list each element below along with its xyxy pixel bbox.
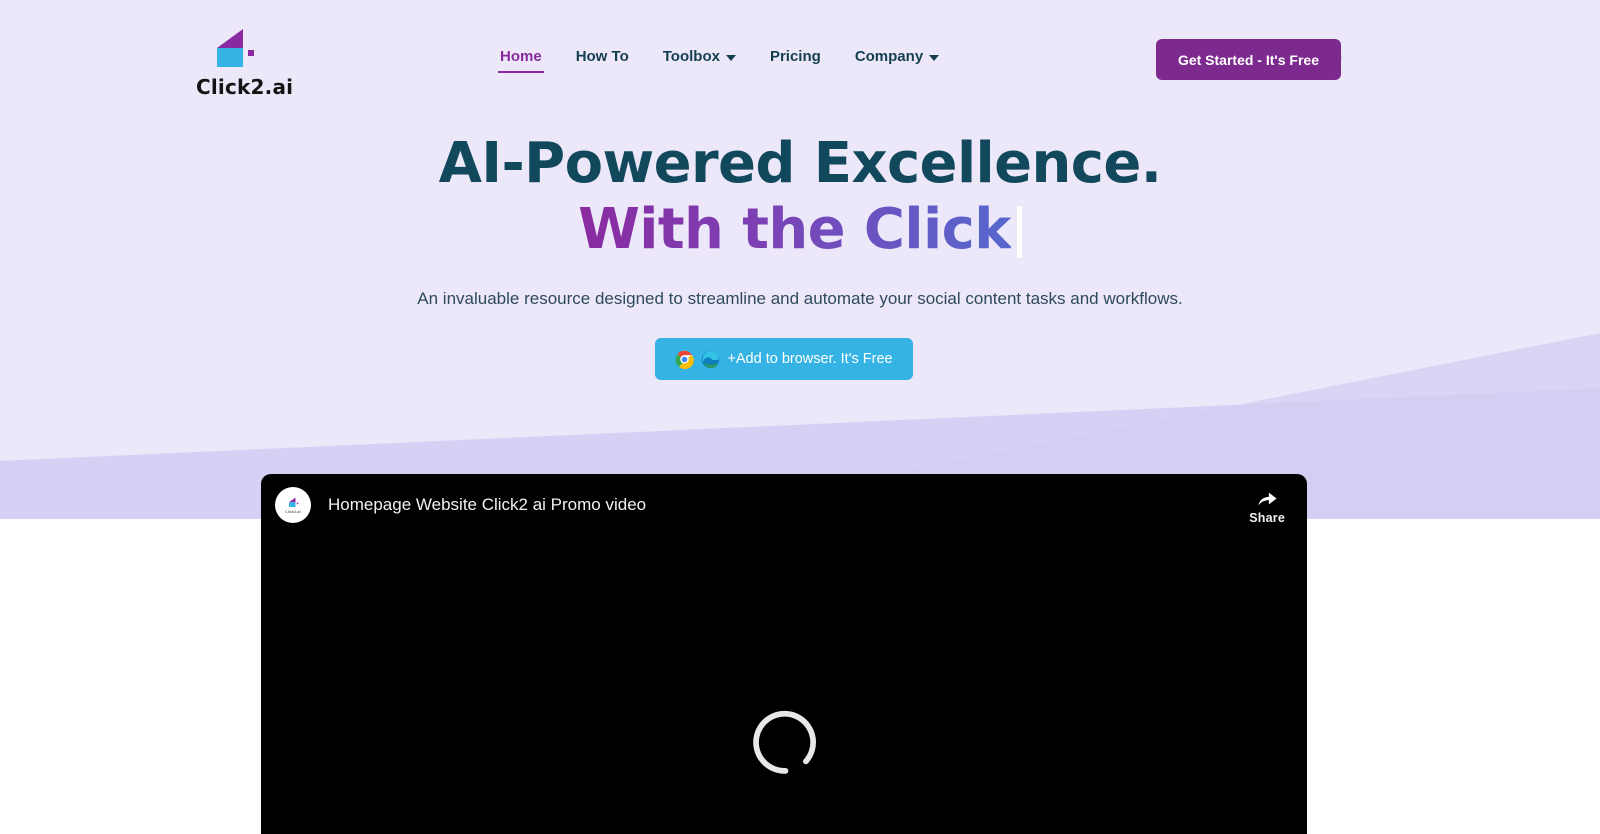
edge-icon (702, 350, 720, 368)
add-to-browser-button[interactable]: +Add to browser. It's Free (655, 338, 913, 380)
page-title: AI-Powered Excellence. (438, 131, 1162, 196)
video-title[interactable]: Homepage Website Click2 ai Promo video (328, 495, 1249, 515)
nav-item-label: Company (854, 48, 924, 65)
click2-logo-icon (288, 497, 298, 507)
avatar-label: Click2.ai (285, 510, 301, 514)
chevron-down-icon (725, 54, 736, 61)
click2-avatar-icon[interactable]: Click2.ai (275, 487, 311, 523)
chevron-down-icon (929, 54, 940, 61)
site-header: Click2.ai Home How To Toolbox Pricing Co… (0, 0, 1600, 118)
nav-item-home[interactable]: Home (498, 46, 544, 73)
logo[interactable]: Click2.ai (196, 24, 294, 99)
share-label: Share (1249, 511, 1285, 525)
headline-typed-text: With the Click (578, 197, 1011, 263)
video-top-bar: Click2.ai Homepage Website Click2 ai Pro… (261, 474, 1307, 536)
spinner-icon (750, 709, 818, 777)
add-to-browser-label: +Add to browser. It's Free (727, 351, 893, 367)
nav-item-pricing[interactable]: Pricing (768, 46, 823, 73)
get-started-button[interactable]: Get Started - It's Free (1155, 39, 1341, 80)
share-button[interactable]: Share (1249, 489, 1285, 525)
hero-copy: AI-Powered Excellence. With the Click An… (0, 131, 1600, 309)
typing-cursor (1016, 206, 1022, 259)
logo-text: Click2.ai (196, 75, 294, 99)
nav-item-label: Home (500, 48, 542, 65)
chrome-icon (675, 350, 695, 369)
click2-logo-icon (217, 29, 254, 67)
nav-item-company[interactable]: Company (853, 46, 941, 73)
hero-subheadline: An invaluable resource designed to strea… (417, 288, 1183, 308)
nav-item-how-to[interactable]: How To (574, 46, 631, 73)
nav-item-label: How To (575, 48, 629, 65)
main-nav: Home How To Toolbox Pricing Company (498, 46, 941, 73)
headline-second-line: With the Click (0, 198, 1600, 262)
video-player[interactable]: Click2.ai Homepage Website Click2 ai Pro… (261, 474, 1307, 834)
nav-item-label: Toolbox (662, 48, 720, 65)
share-arrow-icon (1258, 492, 1277, 506)
nav-item-toolbox[interactable]: Toolbox (661, 46, 738, 73)
nav-item-label: Pricing (769, 48, 821, 65)
